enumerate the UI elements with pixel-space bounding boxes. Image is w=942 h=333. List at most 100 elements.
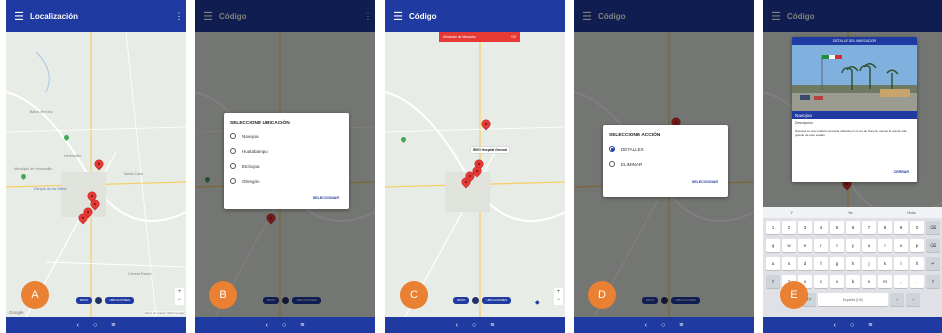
keyboard-key[interactable]: h [846, 257, 860, 270]
keyboard-key[interactable]: y [846, 239, 860, 252]
system-nav-bar: ‹ ○ ≡ [6, 317, 186, 333]
keyboard-key[interactable]: k [878, 257, 892, 270]
keyboard-key[interactable]: l [894, 257, 908, 270]
keyboard-key[interactable]: d [798, 257, 812, 270]
keyboard-key[interactable]: w [782, 239, 796, 252]
keyboard-key[interactable]: › [906, 293, 920, 306]
keyboard-key[interactable]: c [814, 275, 828, 288]
keyboard-key[interactable]: 4 [814, 221, 828, 234]
action-option[interactable]: ELIMINAR [609, 161, 642, 167]
toggle-dot[interactable] [472, 296, 480, 304]
keyboard-key[interactable]: f [814, 257, 828, 270]
keyboard-key[interactable]: 7 [862, 221, 876, 234]
keyboard-key[interactable]: u [862, 239, 876, 252]
keyboard-key[interactable]: t [830, 239, 844, 252]
keyboard-key[interactable]: v [830, 275, 844, 288]
hamburger-icon[interactable]: ☰ [8, 10, 30, 23]
keyboard-key[interactable]: 1 [766, 221, 780, 234]
map-view[interactable]: Bahía de Kino Hermosillo Municipio de He… [6, 32, 186, 317]
keyboard-key[interactable]: 8 [878, 221, 892, 234]
keyboard-key[interactable]: i [878, 239, 892, 252]
close-button[interactable]: CERRAR [894, 170, 909, 174]
select-button[interactable]: SELECCIONAR [313, 196, 339, 200]
rpzo-button[interactable]: RPZO [453, 296, 470, 304]
plus-icon[interactable]: + [554, 288, 563, 296]
keyboard-key[interactable]: ‹ [890, 293, 904, 306]
keyboard-key[interactable]: q [766, 239, 780, 252]
map-label: Bahía de Kino [30, 110, 53, 114]
recents-icon[interactable]: ≡ [868, 322, 872, 329]
ubicaciones-button[interactable]: UBICACIONES [482, 296, 512, 304]
overflow-menu-icon[interactable]: ⋮ [172, 11, 186, 22]
suggestion[interactable]: Hola [907, 210, 915, 215]
keyboard-key[interactable]: ⇧ [926, 275, 940, 288]
keyboard-key[interactable]: ⌫ [926, 221, 940, 234]
keyboard-key[interactable]: 0 [910, 221, 924, 234]
radio-button-checked[interactable] [609, 146, 615, 152]
keyboard-key[interactable]: 2 [782, 221, 796, 234]
keyboard-key[interactable]: e [798, 239, 812, 252]
keyboard-key[interactable]: b [846, 275, 860, 288]
location-option[interactable]: Navojoa [230, 133, 259, 139]
back-icon[interactable]: ‹ [456, 322, 458, 329]
ubicaciones-button[interactable]: UBICACIONES [105, 296, 135, 304]
keyboard-key[interactable]: 3 [798, 221, 812, 234]
keyboard-key[interactable]: 6 [846, 221, 860, 234]
radio-button[interactable] [230, 163, 236, 169]
keyboard-key[interactable]: , [894, 275, 908, 288]
recents-icon[interactable]: ≡ [490, 322, 494, 329]
keyboard-key[interactable]: o [894, 239, 908, 252]
recents-icon[interactable]: ≡ [300, 322, 304, 329]
hamburger-icon[interactable]: ☰ [387, 10, 409, 23]
keyboard-key[interactable]: j [862, 257, 876, 270]
radio-button[interactable] [230, 148, 236, 154]
keyboard-key[interactable]: ⇧ [766, 275, 780, 288]
zoom-controls[interactable]: + − [554, 288, 563, 305]
recents-icon[interactable]: ≡ [679, 322, 683, 329]
keyboard-key[interactable]: p [910, 239, 924, 252]
suggestion[interactable]: Ya [848, 210, 853, 215]
back-icon[interactable]: ‹ [834, 322, 836, 329]
keyboard-key[interactable]: ñ [910, 257, 924, 270]
compass-icon[interactable]: ◆ [535, 299, 540, 306]
keyboard-key[interactable]: Español (US) [818, 293, 888, 306]
keyboard-key[interactable]: a [766, 257, 780, 270]
map-view[interactable]: RIEG Hospital General ◆ + − [385, 32, 565, 317]
keyboard-key[interactable]: m [878, 275, 892, 288]
keyboard-key[interactable]: . [910, 275, 924, 288]
keyboard-key[interactable]: ↵ [926, 257, 940, 270]
location-option[interactable]: Etchojoa [230, 163, 260, 169]
keyboard-key[interactable]: s [782, 257, 796, 270]
minus-icon[interactable]: − [175, 296, 184, 304]
back-icon[interactable]: ‹ [77, 322, 79, 329]
home-icon[interactable]: ○ [661, 322, 665, 329]
keyboard-key[interactable]: n [862, 275, 876, 288]
home-icon[interactable]: ○ [850, 322, 854, 329]
suggestion[interactable]: Y [790, 210, 793, 215]
home-icon[interactable]: ○ [93, 322, 97, 329]
radio-button[interactable] [230, 133, 236, 139]
keyboard-key[interactable]: 5 [830, 221, 844, 234]
screen-d: ☰ Código RPZO UBICACIONES SELECCIONE ACC… [574, 0, 754, 333]
select-button[interactable]: SELECCIONAR [692, 180, 718, 184]
location-option[interactable]: Huatabampo [230, 148, 268, 154]
back-icon[interactable]: ‹ [266, 322, 268, 329]
keyboard-key[interactable]: ⌫ [926, 239, 940, 252]
radio-button[interactable] [230, 178, 236, 184]
marker-info-window[interactable]: RIEG Hospital General [471, 147, 510, 153]
home-icon[interactable]: ○ [282, 322, 286, 329]
minus-icon[interactable]: − [554, 296, 563, 304]
plus-icon[interactable]: + [175, 288, 184, 296]
location-option[interactable]: Obregón [230, 178, 260, 184]
recents-icon[interactable]: ≡ [111, 322, 115, 329]
rpzo-button[interactable]: RPZO [76, 296, 93, 304]
keyboard-key[interactable]: g [830, 257, 844, 270]
keyboard-key[interactable]: 9 [894, 221, 908, 234]
back-icon[interactable]: ‹ [645, 322, 647, 329]
action-option[interactable]: DETALLES [609, 146, 644, 152]
keyboard-key[interactable]: r [814, 239, 828, 252]
home-icon[interactable]: ○ [472, 322, 476, 329]
zoom-controls[interactable]: + − [175, 288, 184, 305]
toggle-dot[interactable] [95, 296, 103, 304]
radio-button[interactable] [609, 161, 615, 167]
